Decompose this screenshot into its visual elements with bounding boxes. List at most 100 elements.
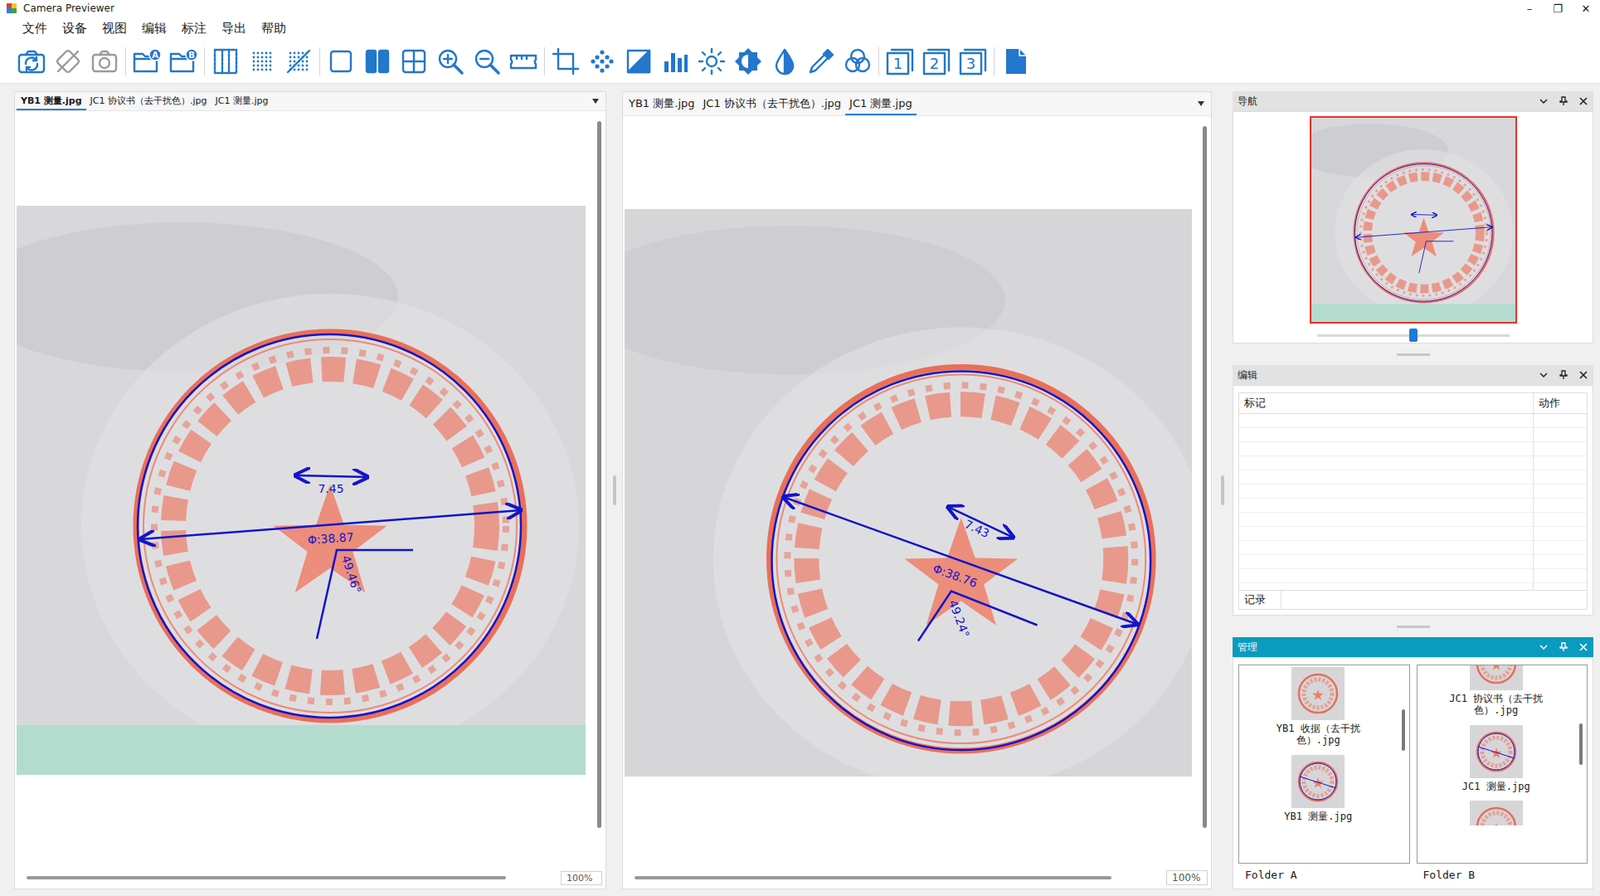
edit-dock: 编辑标记动作记录 [1232, 364, 1594, 616]
image-tab[interactable]: YB1 测量.jpg [624, 92, 700, 116]
toolbar-button[interactable]: 1 [882, 43, 918, 79]
toolbar-button[interactable] [767, 43, 803, 79]
toolbar-button[interactable] [469, 43, 505, 79]
list-scrollbar-thumb[interactable] [1579, 723, 1583, 765]
window-control-button[interactable]: ✕ [1571, 2, 1600, 15]
toolbar-button[interactable] [803, 43, 839, 79]
horizontal-scrollbar[interactable] [634, 875, 1167, 880]
number-icon: 2 [921, 46, 952, 77]
image-tab[interactable]: JC1 协议书（去干扰色）.jpg [699, 92, 847, 116]
toolbar-button[interactable] [840, 43, 876, 79]
horizontal-scrollbar[interactable] [26, 875, 561, 880]
file-item[interactable] [1469, 798, 1523, 829]
zoom-slider[interactable] [1317, 328, 1510, 342]
toolbar-button[interactable] [323, 43, 359, 79]
toolbar-button[interactable]: A [129, 43, 165, 79]
svg-text:A: A [151, 50, 159, 60]
toolbar-button[interactable] [432, 43, 468, 79]
manage-dock: 管理 YB1 收据（去干扰色）.jpgYB1 测量.jpg Folder A JC1 … [1232, 637, 1594, 890]
column-header[interactable]: 标记 [1239, 393, 1534, 414]
column-header[interactable]: 动作 [1533, 393, 1587, 414]
zoom-indicator: 100% [560, 870, 603, 886]
toolbar-button[interactable] [548, 43, 584, 79]
quad-view-icon [398, 46, 429, 77]
file-item[interactable]: YB1 收据（去干扰色）.jpg [1265, 665, 1371, 747]
file-item[interactable]: JC1 协议书（去干扰色）.jpg [1444, 665, 1549, 717]
toolbar-button[interactable] [359, 43, 395, 79]
toolbar-button[interactable] [396, 43, 432, 79]
toolbar-button[interactable] [621, 43, 657, 79]
toolbar-button[interactable] [694, 43, 730, 79]
toolbar-button[interactable] [505, 43, 541, 79]
close-icon[interactable] [1578, 641, 1589, 652]
toolbar-button[interactable]: B [165, 43, 201, 79]
folder-label: Folder A [1238, 863, 1411, 881]
folder-label: Folder B [1416, 863, 1589, 881]
pin-icon[interactable] [1558, 641, 1569, 652]
zoom-slider-thumb[interactable] [1409, 328, 1418, 342]
number-icon: 1 [885, 46, 915, 77]
collapse-chevron-icon[interactable] [1538, 641, 1549, 652]
toolbar-button[interactable] [281, 43, 317, 79]
toolbar-button[interactable] [87, 43, 122, 79]
dual-view-icon [362, 46, 393, 77]
toolbar-button[interactable] [997, 43, 1033, 79]
dock-splitter[interactable] [1232, 343, 1594, 365]
file-item[interactable]: YB1 测量.jpg [1283, 753, 1352, 823]
toolbar-button[interactable] [657, 43, 693, 79]
toolbar-button[interactable] [584, 43, 620, 79]
vertical-scrollbar[interactable] [592, 111, 606, 869]
vertical-scrollbar[interactable] [1197, 116, 1211, 869]
toolbar-button[interactable] [14, 43, 49, 79]
dock-header: 编辑 [1232, 364, 1594, 385]
tab-list-dropdown-icon[interactable] [1197, 101, 1205, 107]
pane-splitter[interactable] [606, 91, 623, 890]
dock-splitter[interactable] [1232, 615, 1594, 638]
image-tab[interactable]: YB1 测量.jpg [16, 92, 87, 111]
width-measurement-label: 7.43 [962, 516, 992, 540]
dock-title: 导航 [1237, 94, 1258, 109]
toolbar-button[interactable] [244, 43, 280, 79]
toolbar-button[interactable] [730, 43, 766, 79]
image-tab[interactable]: JC1 测量.jpg [210, 92, 273, 111]
file-item[interactable]: JC1 测量.jpg [1462, 723, 1531, 793]
pin-icon[interactable] [1558, 369, 1569, 380]
svg-text:2: 2 [929, 54, 939, 73]
file-list: JC1 协议书（去干扰色）.jpg JC1 测量.jpg [1416, 664, 1589, 864]
tab-list-dropdown-icon[interactable] [592, 98, 599, 104]
record-field[interactable] [1281, 590, 1587, 609]
menu-item[interactable]: 视图 [94, 19, 135, 39]
menu-item[interactable]: 设备 [54, 19, 95, 39]
menu-item[interactable]: 导出 [213, 19, 254, 39]
navigator-thumbnail[interactable] [1309, 116, 1518, 324]
close-icon[interactable] [1578, 369, 1589, 380]
toolbar-button[interactable] [208, 43, 244, 79]
list-scrollbar[interactable] [1575, 665, 1587, 863]
ruler-icon [508, 46, 539, 77]
pane-splitter[interactable] [1211, 91, 1233, 890]
toolbar-button[interactable]: 3 [955, 43, 991, 79]
stamp-photo[interactable]: 7.43Φ:38.7649.24° [624, 209, 1192, 777]
diameter-measurement-label: Φ:38.87 [306, 530, 355, 547]
zoom-in-icon [435, 46, 466, 77]
image-tab[interactable]: JC1 测量.jpg [845, 92, 917, 116]
toolbar-button[interactable]: 2 [919, 43, 954, 79]
navigator-dock: 导航 [1232, 91, 1594, 344]
menu-item[interactable]: 文件 [14, 19, 55, 39]
collapse-chevron-icon[interactable] [1538, 369, 1549, 380]
list-scrollbar-thumb[interactable] [1401, 709, 1406, 751]
window-control-button[interactable]: – [1515, 2, 1544, 15]
close-icon[interactable] [1578, 96, 1589, 107]
toolbar-button[interactable] [50, 43, 86, 79]
dock-header: 管理 [1232, 637, 1594, 657]
list-scrollbar[interactable] [1397, 665, 1410, 863]
stamp-photo[interactable]: 7.45Φ:38.8749.46° [16, 205, 586, 775]
menu-item[interactable]: 标注 [174, 19, 214, 39]
window-control-button[interactable]: ❐ [1543, 2, 1572, 15]
menu-item[interactable]: 帮助 [253, 19, 294, 39]
pin-icon[interactable] [1558, 96, 1569, 107]
menu-item[interactable]: 编辑 [134, 19, 175, 39]
collapse-chevron-icon[interactable] [1538, 96, 1549, 107]
stamp-image [624, 209, 1192, 777]
image-tab[interactable]: JC1 协议书（去干扰色）.jpg [86, 92, 212, 111]
